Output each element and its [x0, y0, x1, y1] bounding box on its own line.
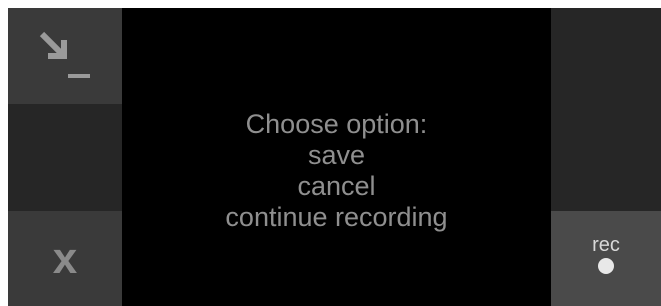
- record-dot-icon: [598, 258, 614, 274]
- close-button[interactable]: x: [8, 211, 122, 306]
- option-continue-recording[interactable]: continue recording: [122, 202, 551, 233]
- option-prompt: Choose option: save cancel continue reco…: [122, 109, 551, 233]
- minimize-arrow-icon: [39, 31, 90, 78]
- close-icon: x: [52, 233, 78, 283]
- record-button[interactable]: rec: [551, 211, 661, 306]
- option-save[interactable]: save: [122, 140, 551, 171]
- minimize-button[interactable]: [8, 8, 122, 104]
- blank-side-button[interactable]: [8, 104, 122, 211]
- blank-right-button[interactable]: [551, 8, 661, 211]
- recorder-screen: x Choose option: save cancel continue re…: [8, 8, 661, 306]
- left-button-column: x: [8, 8, 122, 306]
- option-cancel[interactable]: cancel: [122, 171, 551, 202]
- rec-label: rec: [592, 234, 620, 256]
- right-button-column: rec: [551, 8, 661, 306]
- prompt-title: Choose option:: [245, 109, 428, 139]
- dialog-area: Choose option: save cancel continue reco…: [122, 8, 551, 306]
